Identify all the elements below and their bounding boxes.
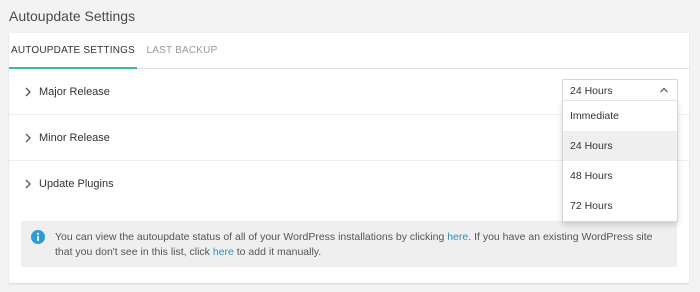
info-notice: You can view the autoupdate status of al…: [21, 221, 677, 267]
option-24-hours[interactable]: 24 Hours: [563, 131, 677, 161]
select-dropdown: Immediate 24 Hours 48 Hours 72 Hours: [562, 100, 678, 222]
notice-text-part: to add it manually.: [233, 246, 322, 258]
page-title: Autoupdate Settings: [9, 8, 136, 24]
option-48-hours[interactable]: 48 Hours: [563, 161, 677, 191]
notice-text: You can view the autoupdate status of al…: [55, 230, 670, 260]
tab-last-backup[interactable]: LAST BACKUP: [137, 33, 227, 69]
chevron-right-icon: [25, 133, 31, 143]
settings-card: AUTOUPDATE SETTINGS LAST BACKUP Major Re…: [9, 33, 689, 283]
option-72-hours[interactable]: 72 Hours: [563, 191, 677, 221]
add-site-here-link[interactable]: here: [213, 246, 234, 258]
row-label: Update Plugins: [39, 178, 114, 190]
tab-autoupdate-settings[interactable]: AUTOUPDATE SETTINGS: [9, 33, 137, 69]
notice-text-part: You can view the autoupdate status of al…: [55, 231, 448, 243]
option-immediate[interactable]: Immediate: [563, 101, 677, 131]
major-release-select[interactable]: 24 Hours: [562, 79, 678, 101]
chevron-right-icon: [25, 179, 31, 189]
chevron-up-icon: [660, 87, 668, 93]
row-label: Major Release: [39, 86, 110, 98]
row-label: Minor Release: [39, 132, 110, 144]
chevron-right-icon: [25, 87, 31, 97]
info-icon: [31, 230, 45, 244]
select-value: 24 Hours: [570, 85, 613, 97]
tab-bar: AUTOUPDATE SETTINGS LAST BACKUP: [9, 33, 689, 69]
status-here-link[interactable]: here: [447, 231, 468, 243]
